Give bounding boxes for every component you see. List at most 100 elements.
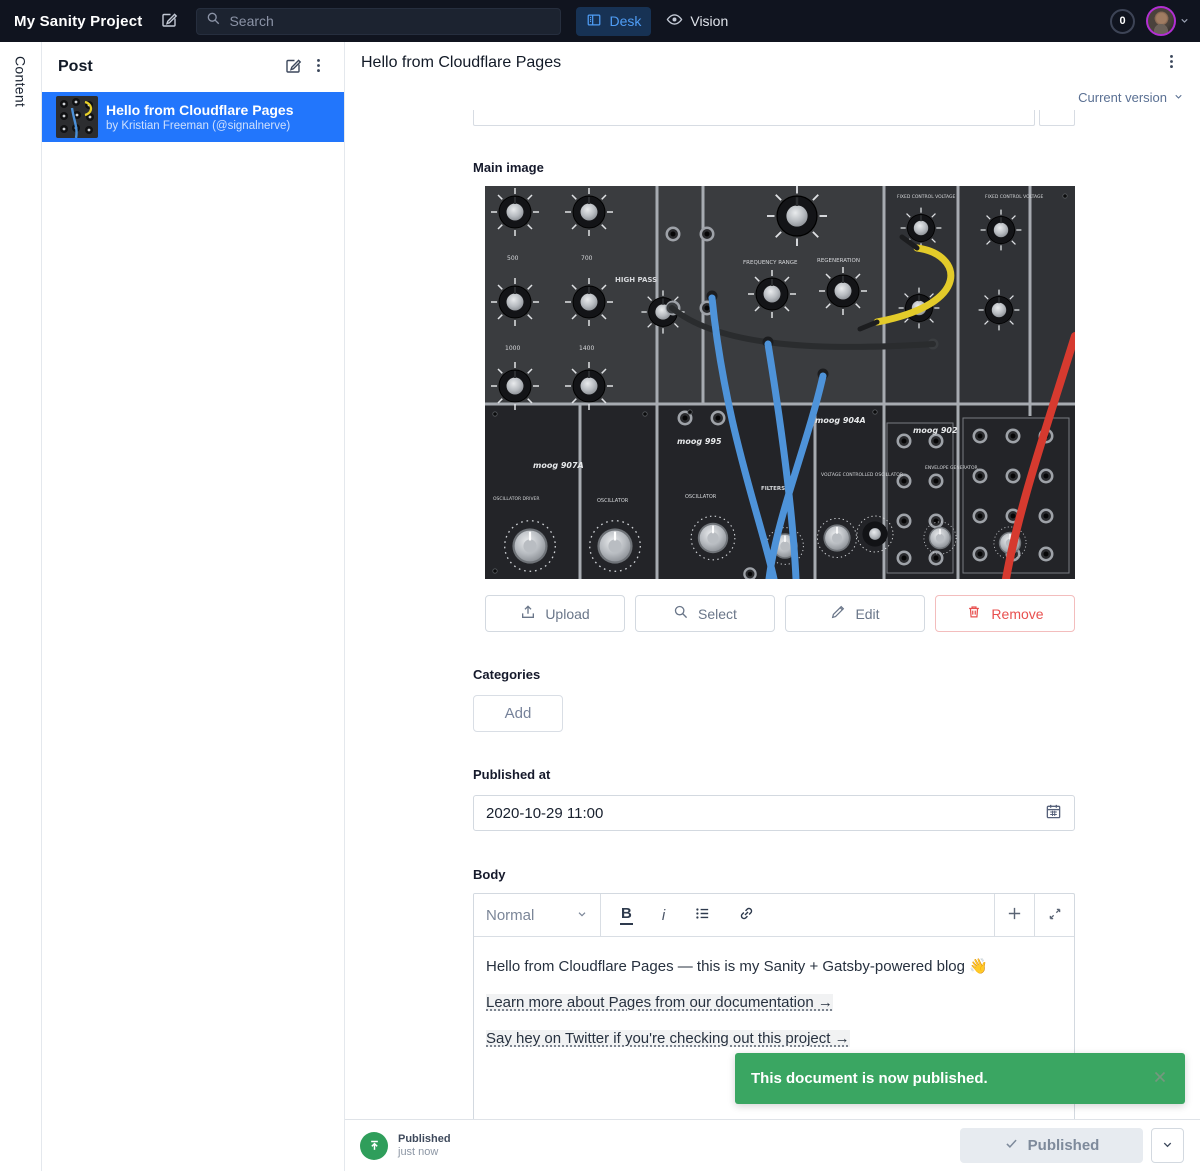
label-filters: FILTERS — [761, 486, 785, 492]
svg-text:700: 700 — [581, 255, 593, 262]
field-label-body: Body — [473, 867, 1075, 882]
document-menu-button[interactable] — [1159, 49, 1184, 77]
text-style-select[interactable]: Normal — [474, 894, 601, 936]
presence-badge[interactable]: 0 — [1110, 9, 1135, 34]
search-icon — [673, 604, 689, 623]
svg-text:1400: 1400 — [579, 345, 594, 352]
desk-icon — [586, 12, 602, 31]
tool-tabs: Desk Vision — [576, 6, 738, 36]
label-fixed-cv-1: FIXED CONTROL VOLTAGE — [897, 194, 955, 200]
main-image[interactable]: 500700 10001400 HIGH PASS FREQUENCY RANG… — [485, 186, 1075, 579]
create-new-post-button[interactable] — [280, 53, 306, 82]
published-at-input[interactable] — [486, 805, 1043, 822]
published-at-field — [473, 795, 1075, 831]
list-pane-header: Post — [42, 42, 344, 92]
upload-button[interactable]: Upload — [485, 595, 625, 632]
publish-status-time: just now — [398, 1146, 451, 1158]
remove-button[interactable]: Remove — [935, 595, 1075, 632]
link-icon — [738, 905, 755, 925]
chevron-down-icon — [1161, 1138, 1174, 1154]
dots-vertical-icon — [1163, 53, 1180, 73]
chevron-down-icon — [576, 907, 588, 924]
eye-icon — [666, 11, 683, 31]
global-search[interactable] — [196, 8, 561, 35]
post-thumbnail — [56, 96, 98, 138]
document-header: Hello from Cloudflare Pages Current vers… — [345, 42, 1200, 110]
slug-field-partial — [473, 110, 1075, 126]
chevron-down-icon — [1173, 90, 1184, 105]
dots-vertical-icon — [310, 57, 327, 77]
topbar-right: 0 — [1110, 6, 1190, 36]
new-document-button[interactable] — [156, 7, 182, 36]
space-rail: Content — [0, 42, 42, 1171]
label-oscillator-driver: OSCILLATOR DRIVER — [493, 496, 540, 502]
tab-vision[interactable]: Vision — [656, 6, 738, 36]
label-high-pass: HIGH PASS — [615, 276, 657, 284]
chevron-down-icon — [1179, 14, 1190, 29]
slug-generate-button[interactable] — [1039, 110, 1075, 126]
publish-button[interactable]: Published — [960, 1128, 1143, 1163]
publish-toast: This document is now published. — [735, 1053, 1185, 1104]
link-button[interactable] — [738, 905, 755, 925]
plus-icon — [1006, 905, 1023, 925]
pane-title: Post — [58, 58, 280, 76]
search-input[interactable] — [229, 13, 551, 29]
expand-icon — [1047, 906, 1063, 925]
label-moog-995: moog 995 — [677, 437, 722, 446]
toast-close-button[interactable] — [1149, 1066, 1171, 1091]
label-vco: VOLTAGE CONTROLLED OSCILLATOR — [821, 472, 903, 478]
compose-icon — [284, 57, 302, 78]
label-oscillator-1: OSCILLATOR — [597, 498, 629, 504]
tab-content[interactable]: Content — [13, 56, 29, 1171]
slug-input[interactable] — [473, 110, 1035, 126]
field-label-main-image: Main image — [473, 160, 1075, 175]
close-icon — [1151, 1068, 1169, 1089]
label-moog-907a: moog 907A — [533, 461, 584, 470]
body-paragraph: Hello from Cloudflare Pages — this is my… — [486, 957, 1062, 977]
version-selector[interactable]: Current version — [1078, 90, 1184, 105]
edit-button[interactable]: Edit — [785, 595, 925, 632]
tab-desk[interactable]: Desk — [576, 7, 651, 36]
publish-menu-button[interactable] — [1151, 1128, 1184, 1163]
calendar-icon — [1045, 803, 1062, 823]
insert-block-button[interactable] — [994, 894, 1034, 936]
pane-menu-button[interactable] — [306, 53, 331, 81]
user-menu[interactable] — [1146, 6, 1190, 36]
sanity-studio: My Sanity Project — [0, 0, 1200, 1171]
avatar — [1146, 6, 1176, 36]
upload-icon — [520, 604, 536, 623]
label-moog-902: moog 902 — [913, 426, 958, 435]
italic-button[interactable]: i — [660, 907, 667, 924]
document-form: Main image — [345, 110, 1200, 1119]
label-frequency-range: FREQUENCY RANGE — [743, 260, 798, 266]
label-fixed-cv-2: FIXED CONTROL VOLTAGE — [985, 194, 1043, 200]
select-button[interactable]: Select — [635, 595, 775, 632]
check-icon — [1004, 1136, 1019, 1155]
bullet-list-button[interactable] — [694, 905, 711, 925]
bold-button[interactable]: B — [620, 905, 633, 925]
document-footer: Published just now Published — [345, 1119, 1200, 1171]
image-actions: Upload Select — [485, 595, 1075, 632]
label-oscillator-2: OSCILLATOR — [685, 494, 717, 500]
project-title: My Sanity Project — [14, 13, 142, 30]
label-regeneration: REGENERATION — [817, 258, 860, 264]
body-link-documentation[interactable]: Learn more about Pages from our document… — [486, 994, 833, 1011]
expand-editor-button[interactable] — [1034, 894, 1074, 936]
add-category-button[interactable]: Add — [473, 695, 563, 732]
trash-icon — [966, 604, 982, 623]
calendar-button[interactable] — [1043, 801, 1064, 825]
list-item-title: Hello from Cloudflare Pages — [106, 102, 293, 118]
field-label-categories: Categories — [473, 667, 1075, 682]
top-bar: My Sanity Project — [0, 0, 1200, 42]
list-item-post[interactable]: Hello from Cloudflare Pages by Kristian … — [42, 92, 344, 142]
body-link-twitter[interactable]: Say hey on Twitter if you're checking ou… — [486, 1030, 850, 1047]
document-title: Hello from Cloudflare Pages — [361, 54, 1159, 72]
editor-toolbar: Normal B i — [474, 894, 1074, 937]
bullet-list-icon — [694, 905, 711, 925]
app-body: Content Post — [0, 42, 1200, 1171]
published-status-icon — [360, 1132, 388, 1160]
label-moog-904a: moog 904A — [815, 416, 866, 425]
publish-status-label: Published — [398, 1133, 451, 1145]
pencil-icon — [830, 604, 846, 623]
compose-icon — [160, 11, 178, 32]
